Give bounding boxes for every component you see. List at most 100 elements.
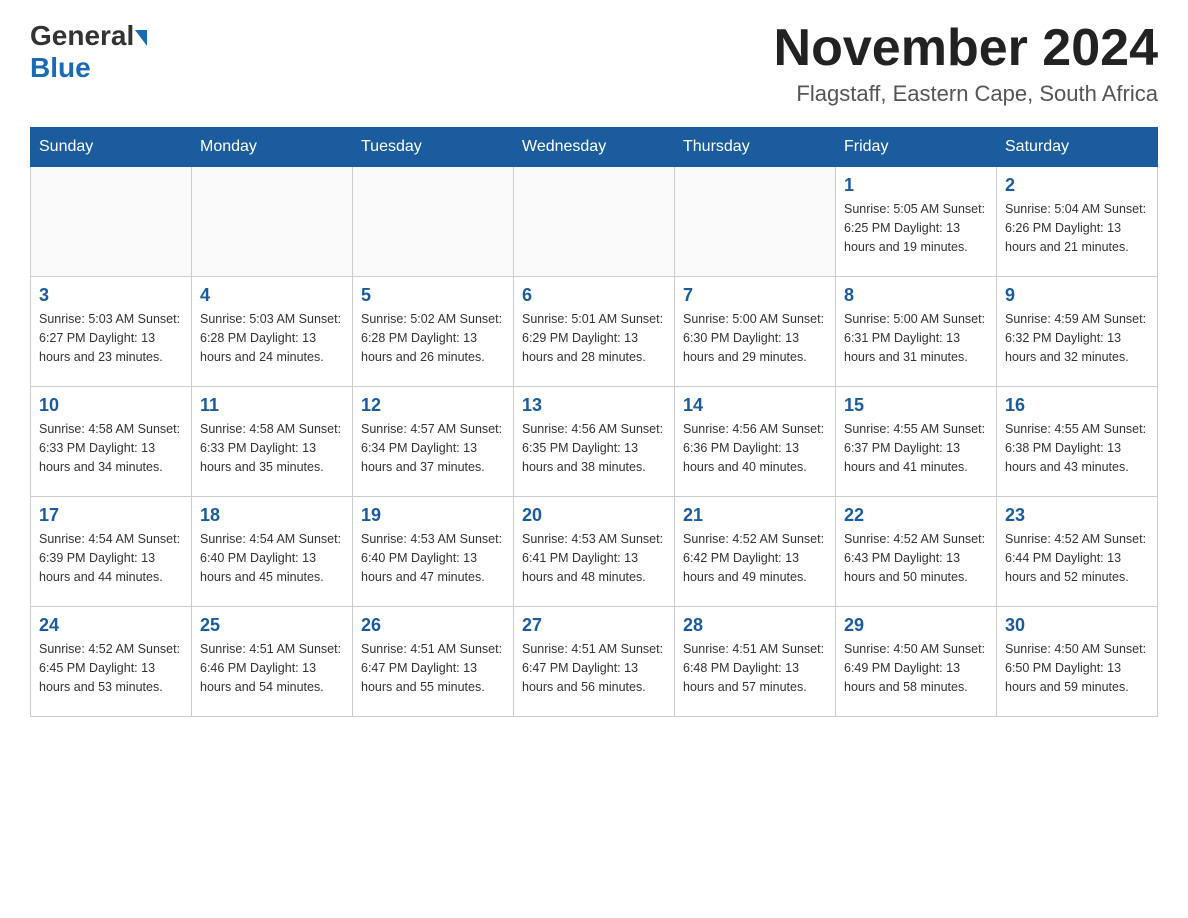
day-number: 3 [39, 285, 183, 306]
day-number: 20 [522, 505, 666, 526]
day-info: Sunrise: 4:52 AM Sunset: 6:42 PM Dayligh… [683, 530, 827, 586]
calendar-cell: 11 Sunrise: 4:58 AM Sunset: 6:33 PM Dayli… [192, 387, 353, 497]
day-info: Sunrise: 4:55 AM Sunset: 6:38 PM Dayligh… [1005, 420, 1149, 476]
day-info: Sunrise: 4:54 AM Sunset: 6:40 PM Dayligh… [200, 530, 344, 586]
day-info: Sunrise: 4:51 AM Sunset: 6:47 PM Dayligh… [361, 640, 505, 696]
day-number: 11 [200, 395, 344, 416]
day-info: Sunrise: 5:00 AM Sunset: 6:31 PM Dayligh… [844, 310, 988, 366]
weekday-header-wednesday: Wednesday [514, 128, 675, 167]
calendar-cell: 10 Sunrise: 4:58 AM Sunset: 6:33 PM Dayli… [31, 387, 192, 497]
calendar-cell: 19Sunrise: 4:53 AM Sunset: 6:40 PM Dayli… [353, 497, 514, 607]
weekday-header-friday: Friday [836, 128, 997, 167]
day-info: Sunrise: 5:03 AM Sunset: 6:28 PM Dayligh… [200, 310, 344, 366]
day-number: 8 [844, 285, 988, 306]
calendar-cell: 30Sunrise: 4:50 AM Sunset: 6:50 PM Dayli… [997, 607, 1158, 717]
day-number: 16 [1005, 395, 1149, 416]
calendar-cell: 2 Sunrise: 5:04 AM Sunset: 6:26 PM Daylig… [997, 167, 1158, 277]
day-number: 10 [39, 395, 183, 416]
calendar-cell [675, 167, 836, 277]
calendar-cell: 3Sunrise: 5:03 AM Sunset: 6:27 PM Daylig… [31, 277, 192, 387]
calendar-cell: 4 Sunrise: 5:03 AM Sunset: 6:28 PM Daylig… [192, 277, 353, 387]
day-info: Sunrise: 4:58 AM Sunset: 6:33 PM Dayligh… [39, 420, 183, 476]
calendar-week-row: 24Sunrise: 4:52 AM Sunset: 6:45 PM Dayli… [31, 607, 1158, 717]
day-number: 9 [1005, 285, 1149, 306]
weekday-header-thursday: Thursday [675, 128, 836, 167]
calendar-week-row: 10 Sunrise: 4:58 AM Sunset: 6:33 PM Dayli… [31, 387, 1158, 497]
day-number: 6 [522, 285, 666, 306]
day-number: 30 [1005, 615, 1149, 636]
day-info: Sunrise: 4:56 AM Sunset: 6:36 PM Dayligh… [683, 420, 827, 476]
calendar-cell: 14 Sunrise: 4:56 AM Sunset: 6:36 PM Dayli… [675, 387, 836, 497]
weekday-header-saturday: Saturday [997, 128, 1158, 167]
logo-general-text: General [30, 20, 134, 52]
day-info: Sunrise: 4:52 AM Sunset: 6:44 PM Dayligh… [1005, 530, 1149, 586]
calendar-table: SundayMondayTuesdayWednesdayThursdayFrid… [30, 127, 1158, 717]
weekday-header-tuesday: Tuesday [353, 128, 514, 167]
day-number: 22 [844, 505, 988, 526]
day-number: 13 [522, 395, 666, 416]
title-block: November 2024 Flagstaff, Eastern Cape, S… [774, 20, 1158, 107]
day-info: Sunrise: 4:53 AM Sunset: 6:41 PM Dayligh… [522, 530, 666, 586]
day-number: 17 [39, 505, 183, 526]
calendar-cell: 16 Sunrise: 4:55 AM Sunset: 6:38 PM Dayli… [997, 387, 1158, 497]
day-number: 7 [683, 285, 827, 306]
weekday-header-row: SundayMondayTuesdayWednesdayThursdayFrid… [31, 128, 1158, 167]
day-info: Sunrise: 4:58 AM Sunset: 6:33 PM Dayligh… [200, 420, 344, 476]
day-info: Sunrise: 5:04 AM Sunset: 6:26 PM Dayligh… [1005, 200, 1149, 256]
calendar-cell: 5 Sunrise: 5:02 AM Sunset: 6:28 PM Daylig… [353, 277, 514, 387]
calendar-cell: 20 Sunrise: 4:53 AM Sunset: 6:41 PM Dayli… [514, 497, 675, 607]
day-number: 5 [361, 285, 505, 306]
day-number: 15 [844, 395, 988, 416]
calendar-cell: 13 Sunrise: 4:56 AM Sunset: 6:35 PM Dayli… [514, 387, 675, 497]
day-info: Sunrise: 5:05 AM Sunset: 6:25 PM Dayligh… [844, 200, 988, 256]
calendar-cell: 23 Sunrise: 4:52 AM Sunset: 6:44 PM Dayli… [997, 497, 1158, 607]
logo-blue-text: Blue [30, 52, 91, 83]
calendar-cell [514, 167, 675, 277]
calendar-cell: 12 Sunrise: 4:57 AM Sunset: 6:34 PM Dayli… [353, 387, 514, 497]
day-number: 25 [200, 615, 344, 636]
calendar-week-row: 1Sunrise: 5:05 AM Sunset: 6:25 PM Daylig… [31, 167, 1158, 277]
day-number: 28 [683, 615, 827, 636]
day-info: Sunrise: 4:54 AM Sunset: 6:39 PM Dayligh… [39, 530, 183, 586]
day-info: Sunrise: 4:52 AM Sunset: 6:45 PM Dayligh… [39, 640, 183, 696]
day-info: Sunrise: 4:51 AM Sunset: 6:48 PM Dayligh… [683, 640, 827, 696]
day-info: Sunrise: 5:01 AM Sunset: 6:29 PM Dayligh… [522, 310, 666, 366]
day-info: Sunrise: 4:51 AM Sunset: 6:47 PM Dayligh… [522, 640, 666, 696]
calendar-cell: 9 Sunrise: 4:59 AM Sunset: 6:32 PM Daylig… [997, 277, 1158, 387]
day-info: Sunrise: 4:50 AM Sunset: 6:49 PM Dayligh… [844, 640, 988, 696]
calendar-cell: 29 Sunrise: 4:50 AM Sunset: 6:49 PM Dayli… [836, 607, 997, 717]
day-info: Sunrise: 5:02 AM Sunset: 6:28 PM Dayligh… [361, 310, 505, 366]
day-number: 19 [361, 505, 505, 526]
day-number: 21 [683, 505, 827, 526]
day-number: 23 [1005, 505, 1149, 526]
day-info: Sunrise: 4:55 AM Sunset: 6:37 PM Dayligh… [844, 420, 988, 476]
day-number: 12 [361, 395, 505, 416]
day-number: 29 [844, 615, 988, 636]
calendar-cell: 27 Sunrise: 4:51 AM Sunset: 6:47 PM Dayli… [514, 607, 675, 717]
location-title: Flagstaff, Eastern Cape, South Africa [774, 81, 1158, 107]
day-number: 14 [683, 395, 827, 416]
calendar-cell: 18Sunrise: 4:54 AM Sunset: 6:40 PM Dayli… [192, 497, 353, 607]
calendar-cell: 1Sunrise: 5:05 AM Sunset: 6:25 PM Daylig… [836, 167, 997, 277]
month-title: November 2024 [774, 20, 1158, 77]
day-info: Sunrise: 4:59 AM Sunset: 6:32 PM Dayligh… [1005, 310, 1149, 366]
day-info: Sunrise: 5:00 AM Sunset: 6:30 PM Dayligh… [683, 310, 827, 366]
day-info: Sunrise: 4:51 AM Sunset: 6:46 PM Dayligh… [200, 640, 344, 696]
day-number: 2 [1005, 175, 1149, 196]
calendar-cell [353, 167, 514, 277]
weekday-header-monday: Monday [192, 128, 353, 167]
calendar-week-row: 17 Sunrise: 4:54 AM Sunset: 6:39 PM Dayli… [31, 497, 1158, 607]
calendar-week-row: 3Sunrise: 5:03 AM Sunset: 6:27 PM Daylig… [31, 277, 1158, 387]
day-info: Sunrise: 4:56 AM Sunset: 6:35 PM Dayligh… [522, 420, 666, 476]
day-info: Sunrise: 4:57 AM Sunset: 6:34 PM Dayligh… [361, 420, 505, 476]
calendar-cell: 25 Sunrise: 4:51 AM Sunset: 6:46 PM Dayli… [192, 607, 353, 717]
calendar-cell: 17 Sunrise: 4:54 AM Sunset: 6:39 PM Dayli… [31, 497, 192, 607]
calendar-cell: 8 Sunrise: 5:00 AM Sunset: 6:31 PM Daylig… [836, 277, 997, 387]
calendar-cell: 15 Sunrise: 4:55 AM Sunset: 6:37 PM Dayli… [836, 387, 997, 497]
calendar-cell: 28 Sunrise: 4:51 AM Sunset: 6:48 PM Dayli… [675, 607, 836, 717]
day-number: 4 [200, 285, 344, 306]
page-header: General Blue November 2024 Flagstaff, Ea… [30, 20, 1158, 107]
calendar-cell: 6 Sunrise: 5:01 AM Sunset: 6:29 PM Daylig… [514, 277, 675, 387]
day-number: 27 [522, 615, 666, 636]
day-info: Sunrise: 4:52 AM Sunset: 6:43 PM Dayligh… [844, 530, 988, 586]
